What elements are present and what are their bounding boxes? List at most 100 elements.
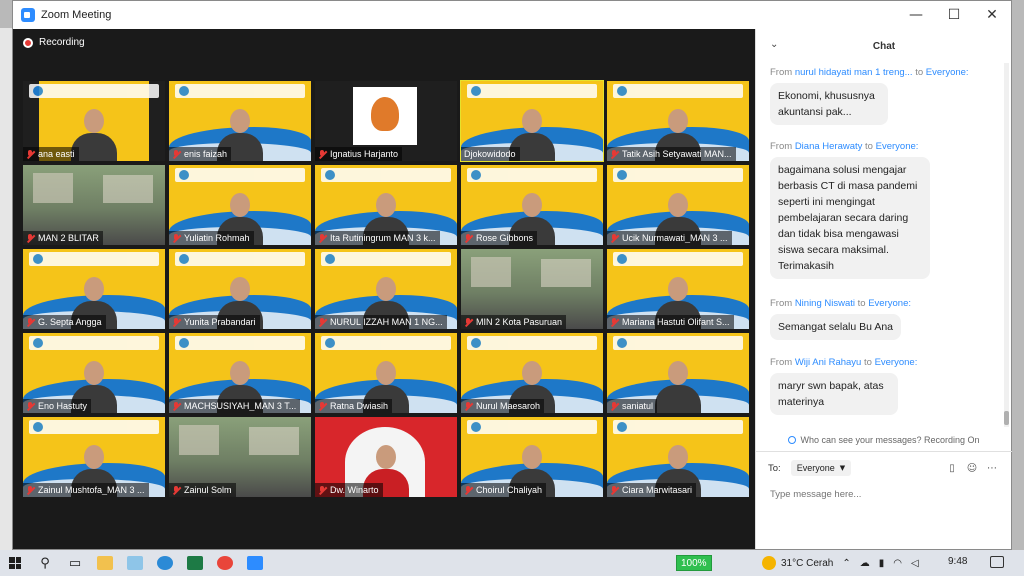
start-button[interactable] xyxy=(0,550,30,576)
participant-tile[interactable]: Ucik Nurmawati_MAN 3 ... xyxy=(607,165,749,245)
message-sender[interactable]: Wiji Ani Rahayu xyxy=(795,357,862,368)
participant-name: Zainul Mushtofa_MAN 3 ... xyxy=(38,485,145,495)
mic-muted-icon xyxy=(172,149,181,159)
participant-name-label: NURUL IZZAH MAN 1 NG... xyxy=(315,315,447,329)
mic-muted-icon xyxy=(610,485,619,495)
notification-icon[interactable] xyxy=(990,556,1004,568)
message-sender[interactable]: Diana Herawaty xyxy=(795,141,863,152)
chat-message-input[interactable] xyxy=(770,487,998,501)
search-icon[interactable]: ⚲ xyxy=(30,550,60,576)
participant-tile[interactable]: Nurul Maesaroh xyxy=(461,333,603,413)
participant-tile[interactable]: Ciara Marwitasari xyxy=(607,417,749,497)
participant-tile[interactable]: MACHSUSIYAH_MAN 3 T... xyxy=(169,333,311,413)
from-label: From xyxy=(770,298,793,309)
scrollbar-thumb[interactable] xyxy=(1004,411,1009,425)
mic-muted-icon xyxy=(464,485,473,495)
mic-muted-icon xyxy=(464,233,473,243)
participant-tile[interactable]: Ratna Dwiasih xyxy=(315,333,457,413)
chat-scrollbar[interactable] xyxy=(1004,63,1009,427)
participant-name-label: Tatik Asih Setyawati MAN... xyxy=(607,147,736,161)
participant-tile[interactable]: G. Septa Angga xyxy=(23,249,165,329)
file-icon[interactable]: ▯ xyxy=(944,461,960,475)
collapse-chevron-icon[interactable]: ⌄ xyxy=(770,39,778,50)
divider xyxy=(756,451,1012,452)
participant-tile[interactable]: Eno Hastuty xyxy=(23,333,165,413)
windows-icon xyxy=(9,557,21,569)
chat-message: From nurul hidayati man 1 treng... to Ev… xyxy=(770,67,1000,125)
paint-icon[interactable] xyxy=(120,550,150,576)
message-header: From nurul hidayati man 1 treng... to Ev… xyxy=(770,67,1000,78)
recipient-row: To: Everyone ▼ ▯ ☺ ⋯ xyxy=(768,459,1000,477)
participant-tile[interactable]: Ita Rutiningrum MAN 3 k... xyxy=(315,165,457,245)
participant-name-label: Ita Rutiningrum MAN 3 k... xyxy=(315,231,440,245)
participant-name: Rose Gibbons xyxy=(476,233,534,243)
zoom-taskbar-icon[interactable] xyxy=(240,550,270,576)
participant-tile[interactable]: Yunita Prabandari xyxy=(169,249,311,329)
participant-tile[interactable]: Ignatius Harjanto xyxy=(315,81,457,161)
participant-tile[interactable]: Djokowidodo xyxy=(460,80,604,162)
maximize-button[interactable]: ☐ xyxy=(935,1,973,29)
chat-panel: ⌄ Chat From nurul hidayati man 1 treng..… xyxy=(755,29,1012,549)
mic-muted-icon xyxy=(172,233,181,243)
mic-muted-icon xyxy=(610,233,619,243)
cloud-icon[interactable]: ☁ xyxy=(860,558,870,569)
message-header: From Nining Niswati to Everyone: xyxy=(770,298,1000,309)
privacy-note-link[interactable]: Who can see your messages? Recording On xyxy=(756,433,1012,447)
recipient-dropdown[interactable]: Everyone ▼ xyxy=(790,460,852,476)
chat-message-list[interactable]: From nurul hidayati man 1 treng... to Ev… xyxy=(756,63,1012,427)
file-explorer-icon[interactable] xyxy=(90,550,120,576)
mic-muted-icon xyxy=(464,317,473,327)
mic-muted-icon xyxy=(26,149,35,159)
to-label: to xyxy=(865,141,873,152)
participant-name-label: MAN 2 BLITAR xyxy=(23,231,103,245)
participant-name: Mariana Hastuti Olifant S... xyxy=(622,317,730,327)
more-icon[interactable]: ⋯ xyxy=(984,461,1000,475)
task-view-icon[interactable]: ▭ xyxy=(60,550,90,576)
participant-name: Zainul Solm xyxy=(184,485,232,495)
title-bar: Zoom Meeting — ☐ ✕ xyxy=(13,1,1011,29)
recording-indicator[interactable]: Recording xyxy=(23,37,85,48)
background-window-edge xyxy=(0,28,12,550)
mic-muted-icon xyxy=(318,233,327,243)
message-sender[interactable]: Nining Niswati xyxy=(795,298,855,309)
participant-name-label: MIN 2 Kota Pasuruan xyxy=(461,315,567,329)
participant-tile[interactable]: Mariana Hastuti Olifant S... xyxy=(607,249,749,329)
zoom-level-badge[interactable]: 100% xyxy=(676,555,712,571)
chrome-icon[interactable] xyxy=(210,550,240,576)
participant-name: Yunita Prabandari xyxy=(184,317,256,327)
participant-tile[interactable]: ana easti xyxy=(23,81,165,161)
participant-tile[interactable]: Yuliatin Rohmah xyxy=(169,165,311,245)
mic-muted-icon xyxy=(172,401,181,411)
battery-icon[interactable]: ▮ xyxy=(879,558,885,569)
participant-name: Ratna Dwiasih xyxy=(330,401,389,411)
excel-icon[interactable] xyxy=(180,550,210,576)
close-button[interactable]: ✕ xyxy=(973,1,1011,29)
participant-tile[interactable]: Tatik Asih Setyawati MAN... xyxy=(607,81,749,161)
network-icon[interactable]: ◠ xyxy=(893,558,902,569)
message-text: Semangat selalu Bu Ana xyxy=(770,314,901,340)
participant-tile[interactable]: enis faizah xyxy=(169,81,311,161)
chevron-up-icon[interactable]: ⌃ xyxy=(842,558,850,569)
emoji-icon[interactable]: ☺ xyxy=(964,461,980,475)
weather-text[interactable]: 31°C Cerah xyxy=(781,558,833,569)
edge-icon[interactable] xyxy=(150,550,180,576)
participant-tile[interactable]: NURUL IZZAH MAN 1 NG... xyxy=(315,249,457,329)
participant-tile[interactable]: Zainul Mushtofa_MAN 3 ... xyxy=(23,417,165,497)
participant-name-label: Ratna Dwiasih xyxy=(315,399,393,413)
participant-tile[interactable]: Rose Gibbons xyxy=(461,165,603,245)
mic-muted-icon xyxy=(464,401,473,411)
participant-tile[interactable]: saniatul xyxy=(607,333,749,413)
clock[interactable]: 9:48 xyxy=(948,556,967,567)
participant-tile[interactable]: Choirul Chaliyah xyxy=(461,417,603,497)
participant-tile[interactable]: MAN 2 BLITAR xyxy=(23,165,165,245)
minimize-button[interactable]: — xyxy=(897,1,935,29)
participant-tile[interactable]: MIN 2 Kota Pasuruan xyxy=(461,249,603,329)
participant-tile[interactable]: Zainul Solm xyxy=(169,417,311,497)
weather-sun-icon[interactable] xyxy=(762,556,776,570)
participant-tile[interactable]: Dw. Winarto xyxy=(315,417,457,497)
message-recipient: Everyone: xyxy=(868,298,911,309)
mic-muted-icon xyxy=(318,401,327,411)
volume-icon[interactable]: ◁ xyxy=(911,558,919,569)
message-sender[interactable]: nurul hidayati man 1 treng... xyxy=(795,67,913,78)
participant-name: G. Septa Angga xyxy=(38,317,102,327)
